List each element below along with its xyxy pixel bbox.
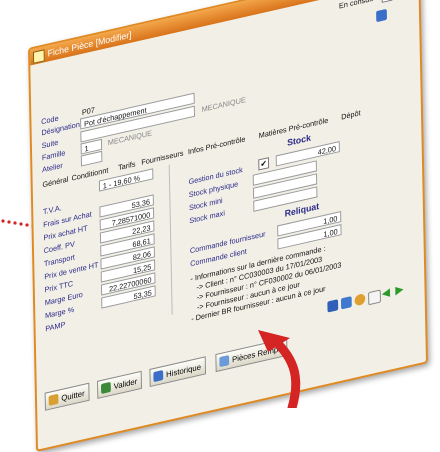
save-icon[interactable]	[327, 299, 339, 313]
quitter-button-label: Quitter	[61, 388, 85, 404]
stock-title: Stock	[287, 132, 312, 148]
column-divider	[168, 164, 173, 315]
historique-button-label: Historique	[165, 362, 202, 380]
document-icon[interactable]	[368, 289, 381, 306]
tab-tarifs[interactable]: Tarifs	[118, 159, 136, 172]
piece-window: Fiche Pièce [Modifier] X En consult Code…	[28, 0, 428, 452]
tab-fournisseurs[interactable]: Fournisseurs	[141, 148, 183, 167]
window-app-icon	[32, 49, 45, 64]
valider-button-label: Valider	[113, 376, 138, 392]
refresh-icon[interactable]	[376, 8, 387, 23]
valider-button[interactable]: Valider	[97, 370, 143, 399]
next-arrow-icon[interactable]: ▶	[395, 283, 406, 297]
history-icon	[153, 369, 164, 383]
quitter-button[interactable]: Quitter	[44, 382, 90, 411]
left-row-9-label: PAMP	[45, 319, 66, 334]
window-title: Fiche Pièce [Modifier]	[47, 29, 132, 59]
parts-icon	[219, 355, 230, 368]
en-consult-checkbox[interactable]	[381, 0, 393, 3]
window-titlebar: Fiche Pièce [Modifier] X	[29, 0, 419, 66]
tab-general[interactable]: Général	[42, 174, 68, 189]
en-consult-label: En consult	[338, 0, 374, 11]
pieces-rempl-button[interactable]: Pièces Rempl.	[215, 337, 288, 373]
exit-icon	[48, 393, 59, 406]
chart-icon[interactable]	[340, 296, 352, 310]
check-icon	[100, 381, 111, 395]
historique-button[interactable]: Historique	[149, 356, 207, 388]
tab-infos-precontrole[interactable]: Infos Pré-contrôle	[188, 134, 246, 156]
previous-arrow-icon[interactable]: ◀	[382, 286, 393, 300]
suite-label: Suite	[41, 137, 59, 151]
left-row-8-label: Marge %	[44, 304, 75, 321]
gestion-stock-checkbox[interactable]: ✔	[258, 157, 270, 171]
mecanique-label: MECANIQUE	[201, 95, 246, 115]
settings-icon[interactable]	[354, 292, 366, 307]
pieces-rempl-button-label: Pièces Rempl.	[231, 343, 283, 365]
left-row-0-label: T.V.A.	[42, 203, 62, 217]
tab-depot[interactable]: Dépôt	[341, 108, 361, 121]
atelier-label: Atelier	[42, 160, 63, 175]
